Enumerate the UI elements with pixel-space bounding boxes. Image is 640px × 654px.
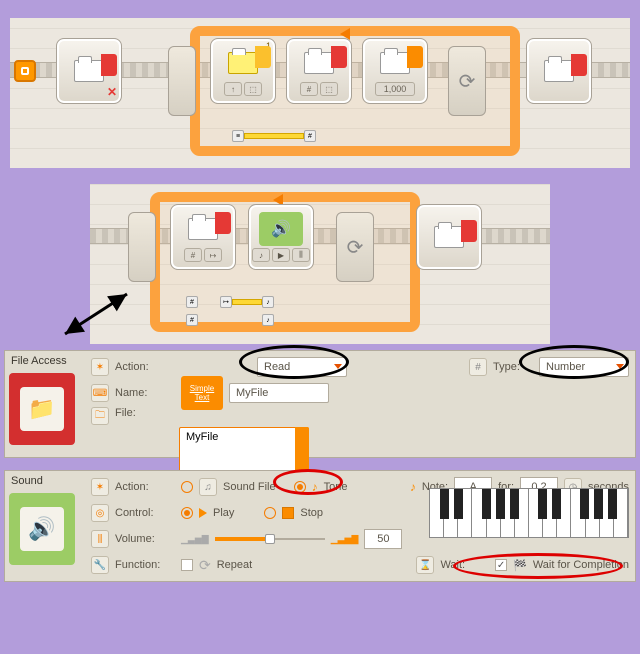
opt-play: Play xyxy=(213,507,234,519)
file-icon xyxy=(181,212,225,246)
tone-icon: ♪ xyxy=(312,480,318,494)
data-hub-row2b[interactable]: ♪ xyxy=(262,314,274,326)
name-label: Name: xyxy=(115,387,175,399)
type-row-icon: # xyxy=(469,358,487,376)
action-label: Action: xyxy=(115,481,175,493)
file-icon xyxy=(297,46,341,80)
repeat-checkbox[interactable] xyxy=(181,559,193,571)
sound-panel: Sound 🔊 ✶ Action: ♫ Sound File ♪ Tone ♪ … xyxy=(4,470,636,582)
wait-icon: ⌛ xyxy=(416,556,434,574)
action-label: Action: xyxy=(115,361,175,373)
play-icon xyxy=(199,508,207,518)
loop-start-cap[interactable] xyxy=(128,212,156,282)
start-peg[interactable] xyxy=(14,60,36,82)
file-read-block[interactable]: #↦ xyxy=(170,204,236,270)
file-list-scrollbar[interactable] xyxy=(295,427,309,475)
data-hub-in[interactable]: # xyxy=(304,130,316,142)
data-hub-row2[interactable]: # xyxy=(186,314,198,326)
loop-start-cap[interactable] xyxy=(168,46,196,116)
file-write-block[interactable]: #⬚ xyxy=(286,38,352,104)
action-row-icon: ✶ xyxy=(91,478,109,496)
data-hub-out[interactable]: ≡ xyxy=(232,130,244,142)
opt-tone: Tone xyxy=(324,481,348,493)
name-row-icon: ⌨ xyxy=(91,384,109,402)
stop-icon xyxy=(282,507,294,519)
folder-icon: 📁 xyxy=(20,387,64,431)
data-hub-out-num[interactable]: # xyxy=(186,296,198,308)
vol-bars-icon-r: ▁▃▅▇ xyxy=(331,534,359,545)
radio-soundfile[interactable] xyxy=(181,481,193,493)
volume-row-icon: ⫼ xyxy=(91,530,109,548)
simple-text-button[interactable]: SimpleText xyxy=(181,376,223,410)
name-textbox[interactable]: MyFile xyxy=(229,383,329,403)
file-label: File: xyxy=(115,407,175,419)
file-close-block[interactable] xyxy=(526,38,592,104)
file-icon xyxy=(67,54,111,88)
sound-play-block[interactable]: 🔊 ♪▶⫼ xyxy=(248,204,314,270)
file-access-panel: File Access 📁 ✶ Action: Read # Type: Num… xyxy=(4,350,636,458)
repeat-label: Repeat xyxy=(217,559,252,571)
file-icon xyxy=(427,220,471,254)
data-hub-out-arrow[interactable]: ↦ xyxy=(220,296,232,308)
file-list[interactable]: MyFile xyxy=(179,427,309,475)
volume-label: Volume: xyxy=(115,533,175,545)
type-label: Type: xyxy=(493,361,533,373)
radio-stop[interactable] xyxy=(264,507,276,519)
action-dropdown[interactable]: Read xyxy=(257,357,347,377)
speaker-icon: 🔊 xyxy=(20,507,64,551)
data-wire xyxy=(244,133,304,139)
soundfile-icon: ♫ xyxy=(199,478,217,496)
radio-tone[interactable] xyxy=(294,481,306,493)
control-row-icon: ◎ xyxy=(91,504,109,522)
wait-completion-label: Wait for Completion xyxy=(533,559,629,571)
piano-keyboard[interactable] xyxy=(429,488,629,538)
wait-label: Wait: xyxy=(440,559,465,571)
volume-value[interactable]: 50 xyxy=(364,529,402,549)
radio-play[interactable] xyxy=(181,507,193,519)
type-dropdown[interactable]: Number xyxy=(539,357,629,377)
timer-value: 1,000 xyxy=(375,82,415,96)
file-delete-block[interactable]: ✕ xyxy=(56,38,122,104)
loop-end-cycle[interactable]: ⟳ xyxy=(448,46,486,116)
file-close-block-2[interactable] xyxy=(416,204,482,270)
vol-bars-icon: ▁▃▅▇ xyxy=(181,534,209,545)
loop-end-cycle[interactable]: ⟳ xyxy=(336,212,374,282)
volume-slider[interactable] xyxy=(215,533,325,545)
program-strip-1: ✕ 1 ↑⬚ #⬚ 1,000 ⟳ ≡ # xyxy=(10,18,630,168)
checkered-flag-icon: 🏁 xyxy=(513,559,527,572)
note-icon: ♪ xyxy=(410,480,416,494)
file-access-block-thumb: 📁 xyxy=(9,373,75,445)
repeat-icon: ⟳ xyxy=(199,557,211,574)
opt-soundfile: Sound File xyxy=(223,481,276,493)
file-icon xyxy=(537,54,581,88)
program-strip-2: #↦ 🔊 ♪▶⫼ ⟳ # ↦ ♪ # ♪ xyxy=(90,184,550,344)
sensor-block[interactable]: 1 ↑⬚ xyxy=(210,38,276,104)
function-row-icon: 🔧 xyxy=(91,556,109,574)
file-row-icon: 🗀 xyxy=(91,407,109,425)
opt-stop: Stop xyxy=(300,507,323,519)
wait-checkbox[interactable]: ✓ xyxy=(495,559,507,571)
control-label: Control: xyxy=(115,507,175,519)
function-label: Function: xyxy=(115,559,175,571)
sensor-icon xyxy=(221,46,265,80)
annotation-arrow xyxy=(55,290,135,340)
delete-x-icon: ✕ xyxy=(107,85,117,99)
timer-icon xyxy=(373,46,417,80)
sound-icon: 🔊 xyxy=(259,212,303,246)
data-hub-in-note[interactable]: ♪ xyxy=(262,296,274,308)
sound-block-thumb: 🔊 xyxy=(9,493,75,565)
wait-timer-block[interactable]: 1,000 xyxy=(362,38,428,104)
action-row-icon: ✶ xyxy=(91,358,109,376)
data-wire xyxy=(232,299,262,305)
